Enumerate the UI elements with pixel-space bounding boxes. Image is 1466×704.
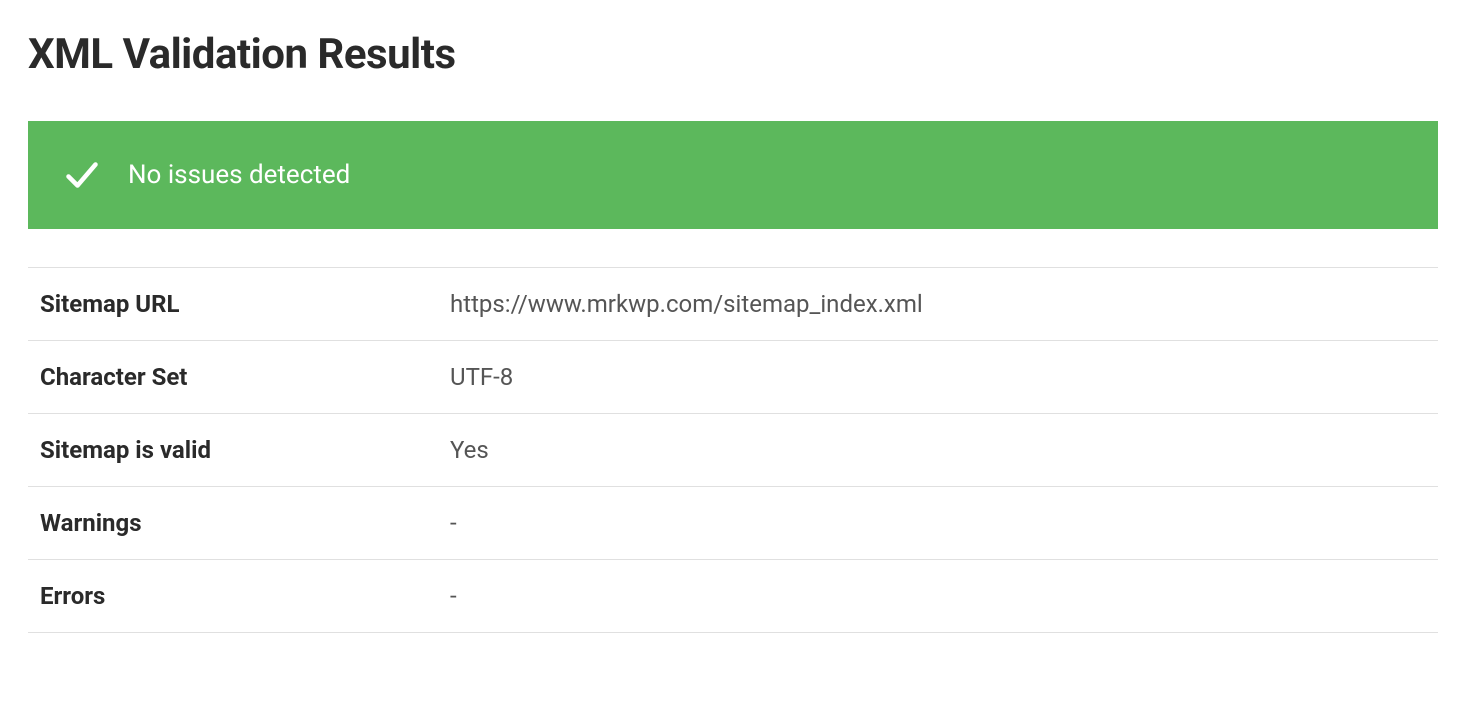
table-row: Warnings -: [28, 487, 1438, 560]
table-row: Sitemap URL https://www.mrkwp.com/sitema…: [28, 268, 1438, 341]
checkmark-icon: [64, 157, 100, 193]
row-label-charset: Character Set: [28, 341, 438, 414]
status-banner: No issues detected: [28, 121, 1438, 229]
table-row: Character Set UTF-8: [28, 341, 1438, 414]
row-value-errors: -: [438, 560, 1438, 633]
row-value-warnings: -: [438, 487, 1438, 560]
row-label-valid: Sitemap is valid: [28, 414, 438, 487]
table-row: Sitemap is valid Yes: [28, 414, 1438, 487]
row-label-warnings: Warnings: [28, 487, 438, 560]
table-row: Errors -: [28, 560, 1438, 633]
row-value-valid: Yes: [438, 414, 1438, 487]
row-value-charset: UTF-8: [438, 341, 1438, 414]
row-value-sitemap-url: https://www.mrkwp.com/sitemap_index.xml: [438, 268, 1438, 341]
status-message: No issues detected: [128, 160, 350, 190]
page-title: XML Validation Results: [28, 30, 1438, 79]
row-label-errors: Errors: [28, 560, 438, 633]
results-table: Sitemap URL https://www.mrkwp.com/sitema…: [28, 267, 1438, 633]
row-label-sitemap-url: Sitemap URL: [28, 268, 438, 341]
